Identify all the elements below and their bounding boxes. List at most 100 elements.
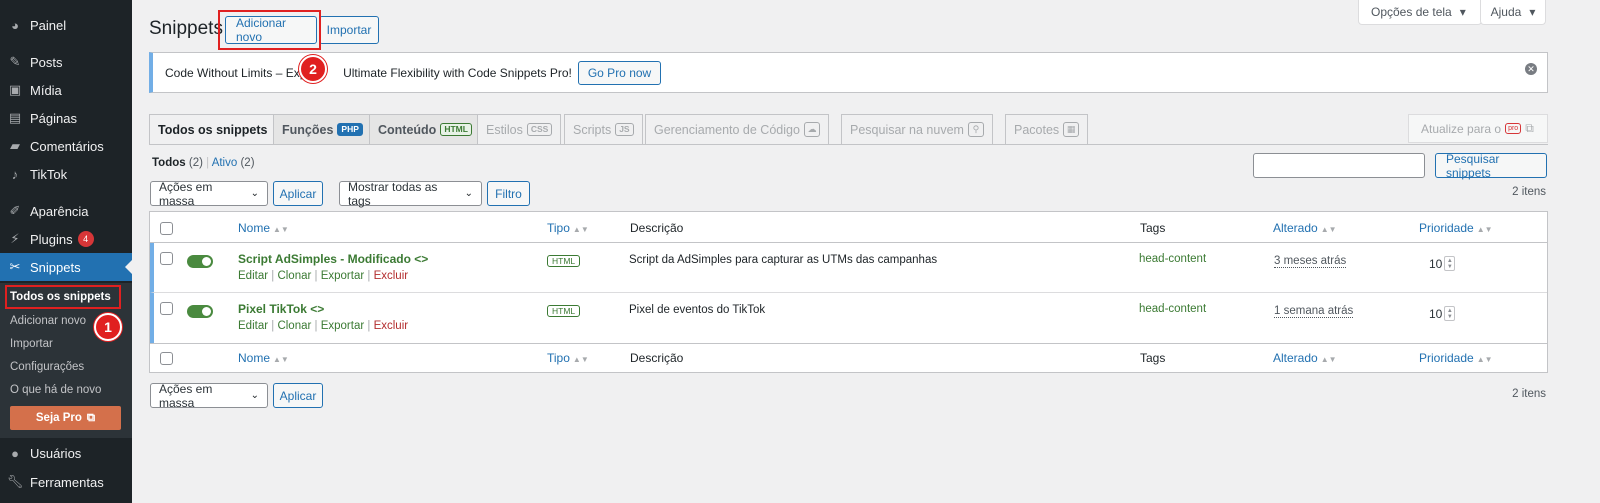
row-checkbox[interactable] [160,302,173,315]
row-checkbox[interactable] [160,252,173,265]
screen-options-toggle[interactable]: Opções de tela ▾ [1358,0,1482,25]
tab-styles[interactable]: Estilos CSS [477,114,562,144]
plugins-update-badge: 4 [77,231,94,247]
wrench-icon: 🔧︎ [6,474,24,489]
tab-functions[interactable]: Funções PHP [273,114,372,144]
col-modified-footer[interactable]: Alterado ▲▼ [1273,351,1337,365]
filter-button[interactable]: Filtro [487,181,530,206]
tab-code-management[interactable]: Gerenciamento de Código ☁ [645,114,829,144]
sort-icon: ▲▼ [1476,225,1493,234]
submenu-whats-new[interactable]: O que há de novo [10,384,101,396]
go-pro-label: Seja Pro [35,412,82,424]
cloud-icon: ☁ [803,122,820,137]
tab-label: Gerenciamento de Código [654,122,800,137]
delete-link[interactable]: Excluir [374,270,409,282]
pro-notice: Code Without Limits – Expe Ultimate Flex… [149,52,1548,93]
snippet-name[interactable]: Script AdSimples - Modificado <> [238,252,428,266]
sidebar-item-plugins[interactable]: ⚡ Plugins 4 [0,225,132,253]
export-link[interactable]: Exportar [321,320,364,332]
col-type-footer[interactable]: Tipo ▲▼ [547,351,589,365]
bulk-actions-select-bottom[interactable]: Ações em massa ⌄ [150,381,268,410]
col-modified-header[interactable]: Alterado ▲▼ [1273,221,1337,235]
tab-all-snippets[interactable]: Todos os snippets [149,114,277,145]
chevron-down-icon: ⌄ [250,390,259,401]
stepper-icon[interactable]: ▲ ▼ [1444,256,1456,271]
help-toggle[interactable]: Ajuda ▾ [1480,0,1546,25]
stepper-icon[interactable]: ▲ ▼ [1444,306,1456,321]
sidebar-item-label: Ferramentas [30,474,104,490]
col-description-header: Descrição [630,221,684,235]
tab-label: Estilos [486,122,523,137]
table-header: Nome ▲▼ Tipo ▲▼ Descrição Tags Alterado ▲▼ … [150,212,1547,243]
apply-button-top[interactable]: Aplicar [273,181,323,206]
filter-all-link[interactable]: Todos [152,157,186,169]
sidebar-item-ferramentas[interactable]: 🔧︎ Ferramentas [0,468,132,496]
submenu-add-new[interactable]: Adicionar novo [10,315,86,327]
col-name-footer[interactable]: Nome ▲▼ [238,351,289,365]
col-priority-header[interactable]: Prioridade ▲▼ [1419,221,1493,235]
col-description-footer: Descrição [630,351,684,365]
tab-scripts[interactable]: Scripts JS [564,114,643,144]
activation-toggle[interactable] [187,305,213,318]
sidebar-item-snippets[interactable]: ✂ Snippets [0,253,132,281]
sidebar-item-paginas[interactable]: ▤ Páginas [0,104,132,132]
sidebar-item-aparencia[interactable]: ✐ Aparência [0,197,132,225]
tab-bundles[interactable]: Pacotes ▦ [1005,114,1089,144]
go-pro-sidebar-button[interactable]: Seja Pro ⧉ [10,406,121,430]
submenu-import[interactable]: Importar [10,338,53,350]
brush-icon: ✐ [9,203,21,218]
sidebar-item-painel[interactable]: ◕ Painel [0,11,132,39]
search-input[interactable] [1253,153,1425,178]
modified-date-label: 3 meses atrás [1274,255,1347,268]
tab-content[interactable]: Conteúdo HTML [369,114,481,144]
tags-filter-select[interactable]: Mostrar todas as tags ⌄ [339,180,482,208]
sidebar-item-label: Páginas [30,110,77,126]
bulk-actions-select[interactable]: Ações em massa ⌄ [150,180,268,208]
select-all-checkbox-footer[interactable] [160,352,173,365]
sidebar-item-usuarios[interactable]: ● Usuários [0,439,132,467]
select-all-checkbox[interactable] [160,222,173,235]
import-button[interactable]: Importar [319,16,379,44]
table-row: Script AdSimples - Modificado <> Editar … [150,243,1547,293]
search-snippets-button[interactable]: Pesquisar snippets [1435,152,1547,180]
bulk-actions-value: Ações em massa [159,381,213,410]
sidebar-item-tiktok[interactable]: ♪ TikTok [0,160,132,188]
filter-active-count: (2) [240,157,255,169]
col-type-header[interactable]: Tipo ▲▼ [547,221,589,235]
col-priority-footer[interactable]: Prioridade ▲▼ [1419,351,1493,365]
edit-link[interactable]: Editar [238,270,268,282]
submenu-settings[interactable]: Configurações [10,361,84,373]
sidebar-item-comentarios[interactable]: ▰ Comentários [0,132,132,160]
apply-button-bottom[interactable]: Aplicar [273,383,323,408]
sidebar-item-midia[interactable]: ▣ Mídia [0,76,132,104]
tab-cloud-search[interactable]: Pesquisar na nuvem ⚲ [841,114,993,144]
code-icon: <> [414,252,429,266]
delete-link[interactable]: Excluir [374,320,409,332]
clone-link[interactable]: Clonar [277,270,311,282]
sort-icon: ▲▼ [572,355,589,364]
tab-label: Pacotes [1014,122,1060,137]
tag-link[interactable]: head-content [1139,253,1206,265]
edit-link[interactable]: Editar [238,320,268,332]
sort-icon: ▲▼ [572,225,589,234]
col-name-header[interactable]: Nome ▲▼ [238,221,289,235]
snippet-name[interactable]: Pixel TikTok <> [238,302,324,316]
clone-link[interactable]: Clonar [277,320,311,332]
table-footer: Nome ▲▼ Tipo ▲▼ Descrição Tags Alterado ▲▼ … [150,343,1547,373]
sort-icon: ▲▼ [273,225,289,234]
media-icon: ▣ [8,82,22,97]
filter-active-link[interactable]: Ativo [212,157,238,169]
priority-field[interactable]: 10 ▲ ▼ [1429,256,1456,271]
priority-field[interactable]: 10 ▲ ▼ [1429,306,1456,321]
screen-options-label: Opções de tela [1371,5,1452,19]
activation-toggle[interactable] [187,255,213,268]
dismiss-notice-icon[interactable]: ✕ [1525,63,1537,75]
sidebar-item-label: Mídia [30,82,62,98]
modified-date: 3 meses atrás [1274,253,1347,268]
sidebar-item-posts[interactable]: ✎ Posts [0,48,132,76]
go-pro-button[interactable]: Go Pro now [577,60,662,85]
tag-link[interactable]: head-content [1139,303,1206,315]
upgrade-to-pro-link[interactable]: Atualize para o pro ⧉ [1408,114,1548,143]
export-link[interactable]: Exportar [321,270,364,282]
col-name-label: Nome [238,221,271,235]
